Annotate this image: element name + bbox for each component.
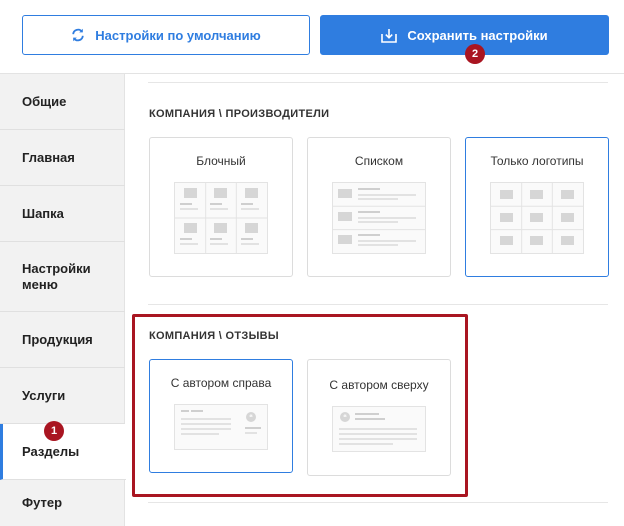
- sidebar-item-label: Главная: [22, 149, 75, 165]
- sidebar-item-label: Общие: [22, 93, 67, 109]
- highlight-frame-reviews: [132, 314, 468, 497]
- divider: [148, 502, 608, 503]
- logos-layout-thumbnail: [490, 182, 584, 254]
- section-title-manufacturers: КОМПАНИЯ \ ПРОИЗВОДИТЕЛИ: [149, 108, 330, 120]
- sidebar-item-header[interactable]: Шапка: [0, 186, 125, 242]
- option-card-list[interactable]: Списком: [307, 137, 451, 277]
- divider: [148, 82, 608, 83]
- option-card-block[interactable]: Блочный: [149, 137, 293, 277]
- sidebar-item-label: Разделы: [22, 443, 80, 459]
- option-label: Списком: [354, 154, 404, 168]
- default-settings-label: Настройки по умолчанию: [95, 27, 261, 43]
- step-badge-2: 2: [465, 44, 485, 64]
- sidebar-item-services[interactable]: Услуги: [0, 368, 125, 424]
- option-label: Блочный: [196, 154, 246, 168]
- save-settings-label: Сохранить настройки: [407, 27, 548, 43]
- save-settings-button[interactable]: Сохранить настройки: [320, 15, 609, 55]
- list-layout-thumbnail: [332, 182, 426, 254]
- toolbar: Настройки по умолчанию Сохранить настрой…: [0, 0, 624, 74]
- step-badge-1: 1: [44, 421, 64, 441]
- sidebar-item-footer[interactable]: Футер: [0, 480, 125, 526]
- block-layout-thumbnail: [174, 182, 268, 254]
- default-settings-button[interactable]: Настройки по умолчанию: [22, 15, 310, 55]
- sidebar-item-label: Шапка: [22, 205, 64, 221]
- sidebar-item-general[interactable]: Общие: [0, 74, 125, 130]
- sidebar-item-label: Услуги: [22, 387, 66, 403]
- sidebar-item-label: Настройки меню: [22, 260, 91, 292]
- option-card-logos-only[interactable]: Только логотипы: [465, 137, 609, 277]
- sidebar: Общие Главная Шапка Настройки меню Проду…: [0, 74, 126, 526]
- sidebar-item-products[interactable]: Продукция: [0, 312, 125, 368]
- option-label: Только логотипы: [490, 154, 584, 168]
- divider: [148, 304, 608, 305]
- sidebar-item-main[interactable]: Главная: [0, 130, 125, 186]
- refresh-icon: [71, 28, 85, 42]
- sidebar-item-menu-settings[interactable]: Настройки меню: [0, 242, 125, 312]
- sidebar-item-label: Футер: [22, 495, 63, 510]
- download-icon: [381, 28, 398, 43]
- sidebar-item-label: Продукция: [22, 331, 93, 347]
